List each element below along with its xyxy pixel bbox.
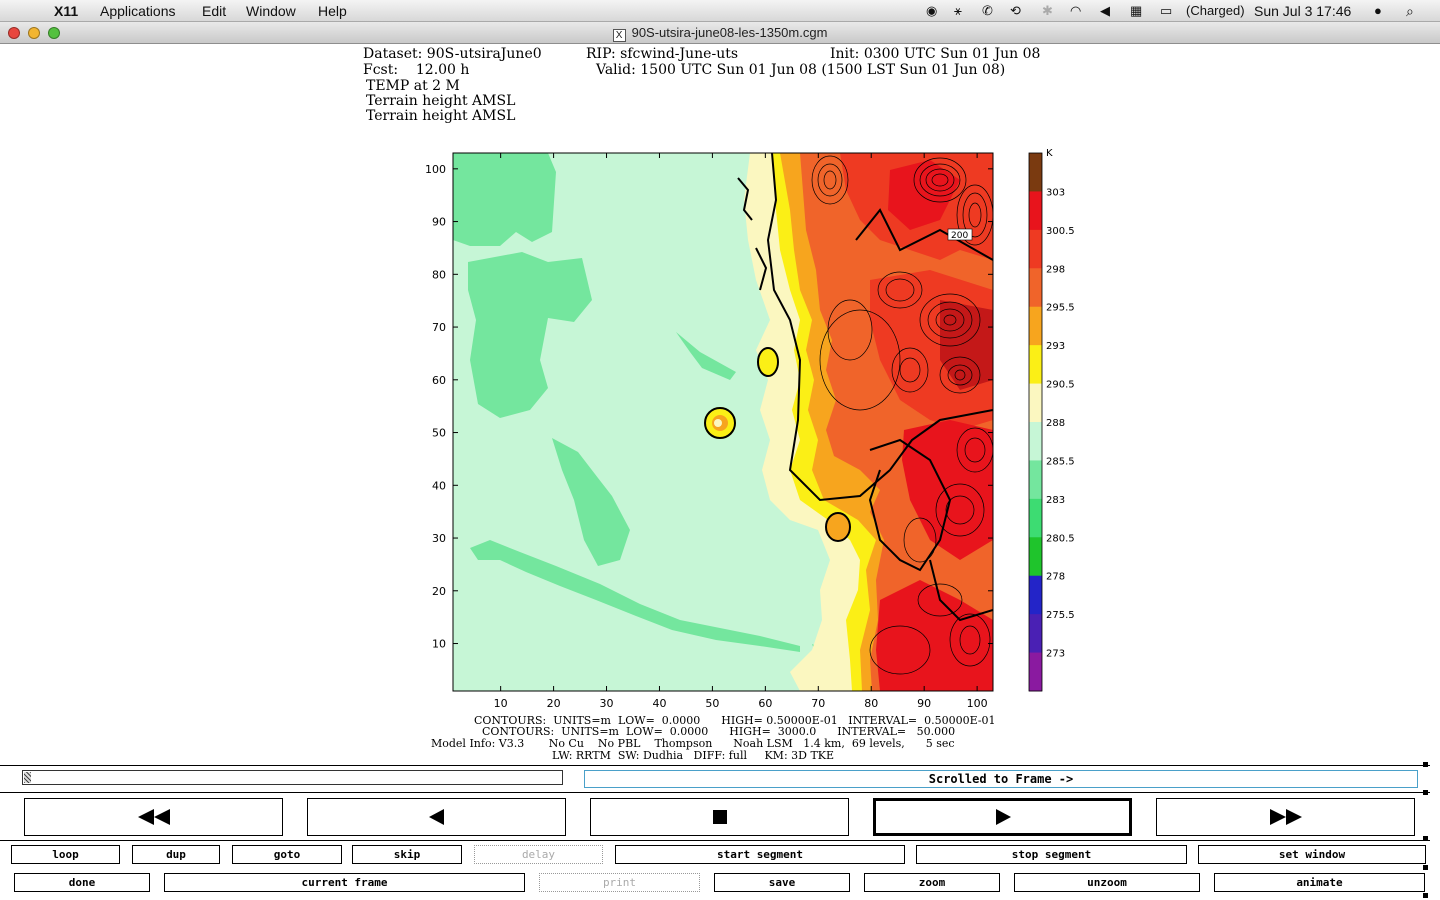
x-tick-label: 20: [547, 697, 561, 710]
colorbar-label: 290.5: [1046, 380, 1075, 391]
divider: [0, 840, 1430, 841]
y-tick-label: 30: [432, 532, 446, 545]
colorbar-swatch: [1029, 537, 1042, 577]
colorbar-label: 278: [1046, 572, 1065, 583]
colorbar-label: 275.5: [1046, 610, 1075, 621]
x-tick-label: 50: [705, 697, 719, 710]
physics-info: LW: RRTM SW: Dudhia DIFF: full KM: 3D TK…: [552, 749, 835, 762]
colorbar-label: 280.5: [1046, 533, 1075, 544]
print-button[interactable]: print: [539, 873, 700, 892]
map-field: [453, 153, 993, 691]
unzoom-button[interactable]: unzoom: [1014, 873, 1200, 892]
current-frame-button[interactable]: current frame: [164, 873, 525, 892]
rewind-button[interactable]: [24, 798, 283, 836]
colorbar-swatch: [1029, 575, 1042, 615]
zoom-button[interactable]: zoom: [864, 873, 1000, 892]
colorbar-unit: K: [1046, 148, 1053, 159]
x-tick-label: 40: [652, 697, 666, 710]
temperature-map: 200 10 20 30 40 50 60 70 80 90 100 10 20 30 40 50 60 70…: [425, 148, 1075, 710]
colorbar-label: 298: [1046, 264, 1065, 275]
stop-segment-button[interactable]: stop segment: [916, 845, 1187, 864]
colorbar-swatch: [1029, 498, 1042, 538]
colorbar-label: 273: [1046, 649, 1065, 660]
y-tick-label: 50: [432, 427, 446, 440]
x-tick-label: 100: [967, 697, 988, 710]
colorbar-swatch: [1029, 460, 1042, 500]
set-window-button[interactable]: set window: [1198, 845, 1426, 864]
dup-button[interactable]: dup: [132, 845, 220, 864]
x-tick-label: 70: [811, 697, 825, 710]
colorbar-label: 293: [1046, 341, 1065, 352]
divider: [0, 792, 1430, 793]
delay-button[interactable]: delay: [474, 845, 603, 864]
resize-handle[interactable]: [1423, 893, 1428, 898]
y-tick-label: 70: [432, 321, 446, 334]
colorbar-swatch: [1029, 306, 1042, 346]
stop-button[interactable]: [590, 798, 849, 836]
loop-button[interactable]: loop: [11, 845, 120, 864]
frame-status: Scrolled to Frame ->: [584, 770, 1418, 788]
resize-handle[interactable]: [1423, 790, 1428, 795]
goto-button[interactable]: goto: [232, 845, 342, 864]
play-button[interactable]: [873, 798, 1132, 836]
colorbar-swatch: [1029, 268, 1042, 308]
colorbar-label: 288: [1046, 418, 1065, 429]
y-tick-label: 80: [432, 268, 446, 281]
colorbar-swatch: [1029, 345, 1042, 385]
done-button[interactable]: done: [14, 873, 150, 892]
y-tick-label: 20: [432, 585, 446, 598]
scrollbar-thumb[interactable]: [24, 772, 31, 783]
x-tick-label: 10: [494, 697, 508, 710]
x-tick-label: 60: [758, 697, 772, 710]
colorbar-label: 285.5: [1046, 456, 1075, 467]
colorbar-swatch: [1029, 422, 1042, 461]
colorbar-swatch: [1029, 153, 1042, 192]
y-tick-label: 10: [432, 638, 446, 651]
colorbar: 303 300.5 298 295.5 293 290.5 288 285.5 283 280.5…: [1028, 152, 1075, 692]
x-tick-label: 80: [864, 697, 878, 710]
y-tick-label: 60: [432, 374, 446, 387]
skip-button[interactable]: skip: [352, 845, 462, 864]
animate-button[interactable]: animate: [1214, 873, 1425, 892]
play-icon: [995, 809, 1011, 825]
colorbar-swatch: [1029, 191, 1042, 231]
colorbar-label: 300.5: [1046, 226, 1075, 237]
colorbar-label: 295.5: [1046, 303, 1075, 314]
stop-icon: [712, 810, 727, 824]
fast-forward-button[interactable]: [1156, 798, 1415, 836]
divider: [0, 765, 1430, 766]
resize-handle[interactable]: [1423, 865, 1428, 870]
colorbar-swatch: [1029, 383, 1042, 423]
frame-scrollbar[interactable]: [22, 770, 563, 785]
step-back-icon: [428, 809, 444, 825]
contour-label: 200: [951, 231, 968, 241]
step-back-button[interactable]: [307, 798, 566, 836]
resize-handle[interactable]: [1423, 762, 1428, 767]
save-button[interactable]: save: [714, 873, 850, 892]
colorbar-label: 283: [1046, 495, 1065, 506]
colorbar-swatch: [1029, 229, 1042, 269]
x-tick-label: 90: [917, 697, 931, 710]
colorbar-label: 303: [1046, 187, 1065, 198]
y-tick-label: 90: [432, 216, 446, 229]
fast-forward-icon: [1269, 809, 1302, 825]
x-tick-label: 30: [600, 697, 614, 710]
resize-handle[interactable]: [1423, 836, 1428, 841]
y-tick-label: 40: [432, 479, 446, 492]
rewind-icon: [137, 809, 170, 825]
colorbar-swatch: [1029, 614, 1042, 654]
colorbar-swatch: [1029, 652, 1042, 692]
start-segment-button[interactable]: start segment: [615, 845, 905, 864]
y-tick-label: 100: [425, 163, 446, 176]
